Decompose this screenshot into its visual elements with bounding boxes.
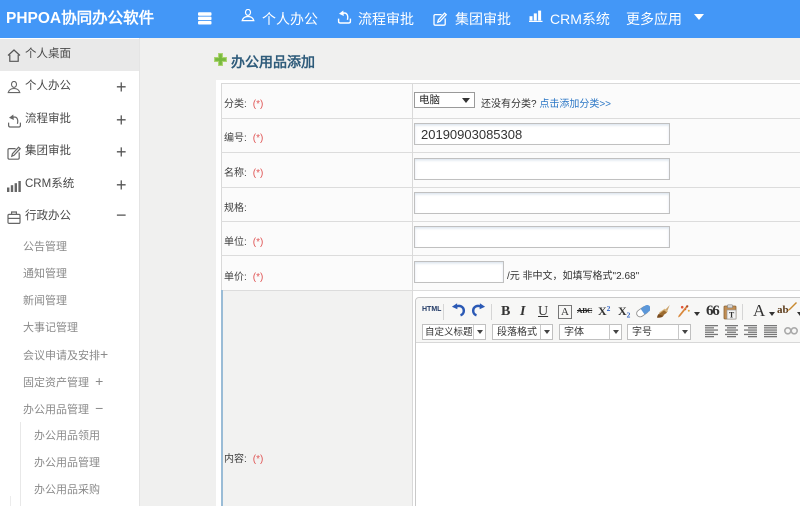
svg-text:T: T <box>729 310 735 319</box>
